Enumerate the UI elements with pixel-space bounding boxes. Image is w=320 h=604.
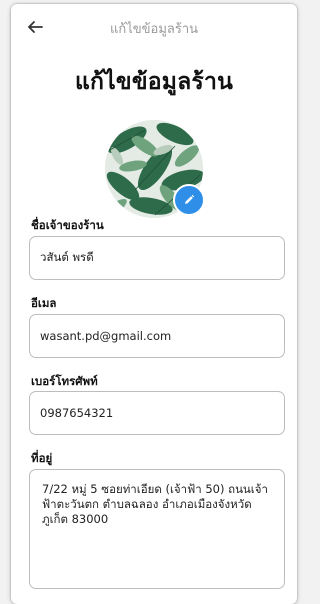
app-bar-title: แก้ไขข้อมูลร้าน bbox=[109, 22, 199, 37]
phone-input[interactable]: 0987654321 bbox=[29, 391, 285, 435]
phone-label: เบอร์โทรศัพท์ bbox=[31, 374, 98, 388]
address-textarea[interactable]: 7/22 หมู่ 5 ซอยท่าเอียด (เจ้าฟ้า 50) ถนน… bbox=[29, 469, 285, 589]
pencil-icon bbox=[185, 194, 195, 204]
app-bar: แก้ไขข้อมูลร้าน bbox=[11, 4, 297, 52]
email-label: อีเมล bbox=[31, 296, 57, 310]
page-title: แก้ไขข้อมูลร้าน bbox=[74, 69, 234, 95]
shop-avatar-container bbox=[105, 120, 205, 218]
email-input[interactable]: wasant.pd@gmail.com bbox=[29, 314, 285, 358]
edit-avatar-button[interactable] bbox=[173, 184, 205, 216]
owner-name-input[interactable]: วสันต์ พรดี bbox=[29, 236, 285, 280]
phone-screen: แก้ไขข้อมูลร้าน แก้ไขข้อมูลร้าน ชื่อเจ้า… bbox=[11, 4, 297, 604]
address-label: ที่อยู่ bbox=[31, 451, 53, 465]
owner-name-label: ชื่อเจ้าของร้าน bbox=[31, 218, 104, 232]
